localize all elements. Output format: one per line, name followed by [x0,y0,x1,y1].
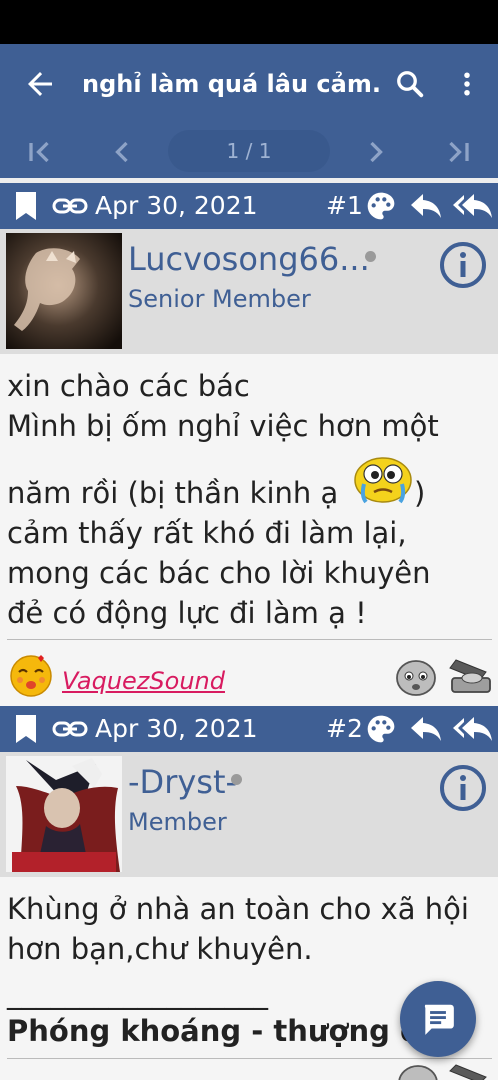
reply-all-icon[interactable] [452,192,494,220]
bookmark-icon[interactable] [14,191,38,221]
link-icon[interactable] [52,715,88,743]
post-number[interactable]: #2 [326,713,363,745]
post-date: Apr 30, 2021 [95,714,258,743]
likes-row: VaquezSound [0,642,498,706]
link-icon[interactable] [52,192,88,220]
next-page-icon[interactable] [358,134,394,170]
post-text-line: đẻ có động lực đi làm ạ ! [7,596,367,630]
reaction-laptop-icon[interactable] [446,652,494,698]
toolbar: nghỉ làm quá lâu cảm... [0,44,498,124]
post-content: xin chào các bác Mình bị ốm nghỉ việc hơ… [0,354,498,642]
pagination-bar: 1 / 1 [0,124,498,178]
post-text-line: cảm thấy rất khó đi làm lại, [7,516,407,550]
divider [7,1058,492,1059]
kiss-emoji-icon[interactable] [8,652,54,698]
status-bar [0,0,498,44]
first-page-icon[interactable] [22,134,58,170]
palette-icon[interactable] [365,190,397,222]
reply-all-icon[interactable] [452,715,494,743]
reaction-laptop-icon [449,1064,487,1080]
info-icon[interactable] [438,240,488,290]
user-role: Senior Member [128,285,311,313]
info-icon[interactable] [438,763,488,813]
chat-icon [424,1004,454,1035]
signature-text: Phóng khoáng - thượng đ [7,1014,421,1048]
post-text-line: ) [414,476,426,510]
back-arrow-icon[interactable] [22,66,58,102]
new-reply-fab[interactable] [400,981,476,1057]
page-indicator[interactable]: 1 / 1 [168,130,330,172]
post-text-line: mong các bác cho lời khuyên [7,556,431,590]
bookmark-icon[interactable] [14,714,38,744]
reply-icon[interactable] [409,192,443,220]
post-header: Apr 30, 2021 #1 [0,183,498,229]
thread-title: nghỉ làm quá lâu cảm... [82,70,382,98]
post-text-line: năm rồi (bị thần kinh ạ [7,476,339,510]
avatar[interactable] [6,233,122,349]
liker-name[interactable]: VaquezSound [62,666,225,696]
username[interactable]: -Dryst- [128,762,237,802]
post-author: -Dryst- Member [0,752,498,877]
reply-icon[interactable] [409,715,443,743]
palette-icon[interactable] [365,713,397,745]
post-text-line: xin chào các bác [7,369,250,403]
post-text-line: hơn bạn,chư khuyên. [7,932,313,966]
more-vert-icon[interactable] [452,66,482,102]
signature-separator: __________________ [7,976,268,1010]
prev-page-icon[interactable] [104,134,140,170]
post-author: Lucvosong66... Senior Member [0,229,498,354]
post-header: Apr 30, 2021 #2 [0,706,498,752]
divider [7,639,492,640]
username[interactable]: Lucvosong66... [128,239,370,279]
reaction-face-icon [398,1065,438,1080]
crying-emoji-icon [354,457,412,504]
post-date: Apr 30, 2021 [95,191,258,220]
online-status-dot [231,774,242,785]
last-page-icon[interactable] [440,134,476,170]
online-status-dot [365,251,376,262]
avatar[interactable] [6,756,122,872]
post-text-line: Mình bị ốm nghỉ việc hơn một [7,409,439,443]
search-icon[interactable] [392,66,428,102]
post-text-line: Khùng ở nhà an toàn cho xã hội [7,892,469,926]
user-role: Member [128,808,227,836]
app-bar: nghỉ làm quá lâu cảm... 1 / 1 [0,44,498,178]
post-number[interactable]: #1 [326,190,363,222]
reaction-face-icon[interactable] [394,654,438,698]
